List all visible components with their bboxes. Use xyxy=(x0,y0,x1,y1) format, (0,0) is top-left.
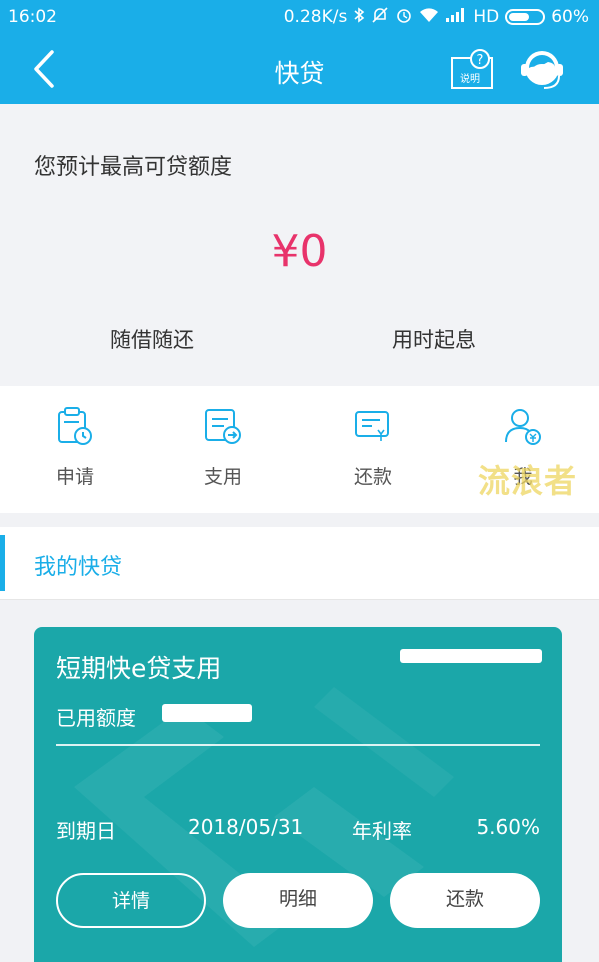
feature-flexible-repay: 随借随还 xyxy=(110,328,194,352)
action-bar: 申请 支用 还款 我 流浪者 xyxy=(0,386,599,513)
redacted-account-number xyxy=(400,649,542,663)
section-header: 我的快贷 xyxy=(0,527,599,600)
mute-icon xyxy=(371,7,389,27)
credit-summary: 您预计最高可贷额度 ¥0 随借随还 用时起息 xyxy=(0,104,599,386)
nav-bar: 快贷 ? 说明 xyxy=(0,34,599,104)
max-credit-amount: ¥0 xyxy=(271,226,328,277)
repay-button[interactable]: 还款 xyxy=(390,873,540,928)
network-speed: 0.28K/s xyxy=(283,7,348,27)
details-button[interactable]: 详情 xyxy=(56,873,206,928)
interest-rate-label: 年利率 xyxy=(352,819,412,843)
headset-icon xyxy=(521,51,563,89)
card-divider xyxy=(56,744,540,746)
action-apply-label: 申请 xyxy=(55,466,94,488)
action-draw-label: 支用 xyxy=(203,466,242,488)
status-time: 16:02 xyxy=(8,7,57,27)
status-bar: 16:02 0.28K/s HD 60% xyxy=(0,0,599,34)
draw-icon xyxy=(205,409,241,444)
redacted-used-amount xyxy=(162,704,252,722)
help-button[interactable]: ? 说明 xyxy=(450,48,494,90)
help-icon: ? 说明 xyxy=(451,49,493,89)
due-date-value: 2018/05/31 xyxy=(188,815,304,839)
account-icon xyxy=(505,409,541,445)
help-label: 说明 xyxy=(460,72,480,85)
section-accent-bar xyxy=(0,535,5,591)
action-draw[interactable]: 支用 xyxy=(148,406,298,489)
page-title: 快贷 xyxy=(274,59,325,88)
feature-interest-on-use: 用时起息 xyxy=(392,328,476,352)
loan-product-title: 短期快e贷支用 xyxy=(56,654,222,683)
battery-icon xyxy=(505,9,546,25)
help-mark: ? xyxy=(477,53,484,68)
used-amount-label: 已用额度 xyxy=(56,706,136,730)
action-apply[interactable]: 申请 xyxy=(0,406,150,489)
apply-icon xyxy=(58,407,92,445)
wifi-icon xyxy=(419,7,439,27)
section-title: 我的快贷 xyxy=(34,555,123,580)
interest-rate-value: 5.60% xyxy=(476,815,540,839)
action-repay[interactable]: 还款 xyxy=(298,406,448,489)
action-repay-label: 还款 xyxy=(353,466,392,488)
alarm-icon xyxy=(395,7,413,27)
watermark: 流浪者 xyxy=(478,462,578,500)
customer-service-button[interactable] xyxy=(518,46,566,92)
battery-level: 60% xyxy=(551,7,589,27)
repay-icon xyxy=(355,411,389,441)
max-credit-label: 您预计最高可贷额度 xyxy=(34,155,233,180)
bluetooth-icon xyxy=(353,7,365,27)
network-type: HD xyxy=(473,7,500,27)
due-date-label: 到期日 xyxy=(56,819,116,843)
loan-card: 短期快e贷支用 已用额度 到期日 2018/05/31 年利率 5.60% 详情… xyxy=(34,627,562,962)
status-icons: 0.28K/s HD 60% xyxy=(284,7,589,27)
signal-icon xyxy=(445,7,467,27)
statement-button[interactable]: 明细 xyxy=(223,873,373,928)
